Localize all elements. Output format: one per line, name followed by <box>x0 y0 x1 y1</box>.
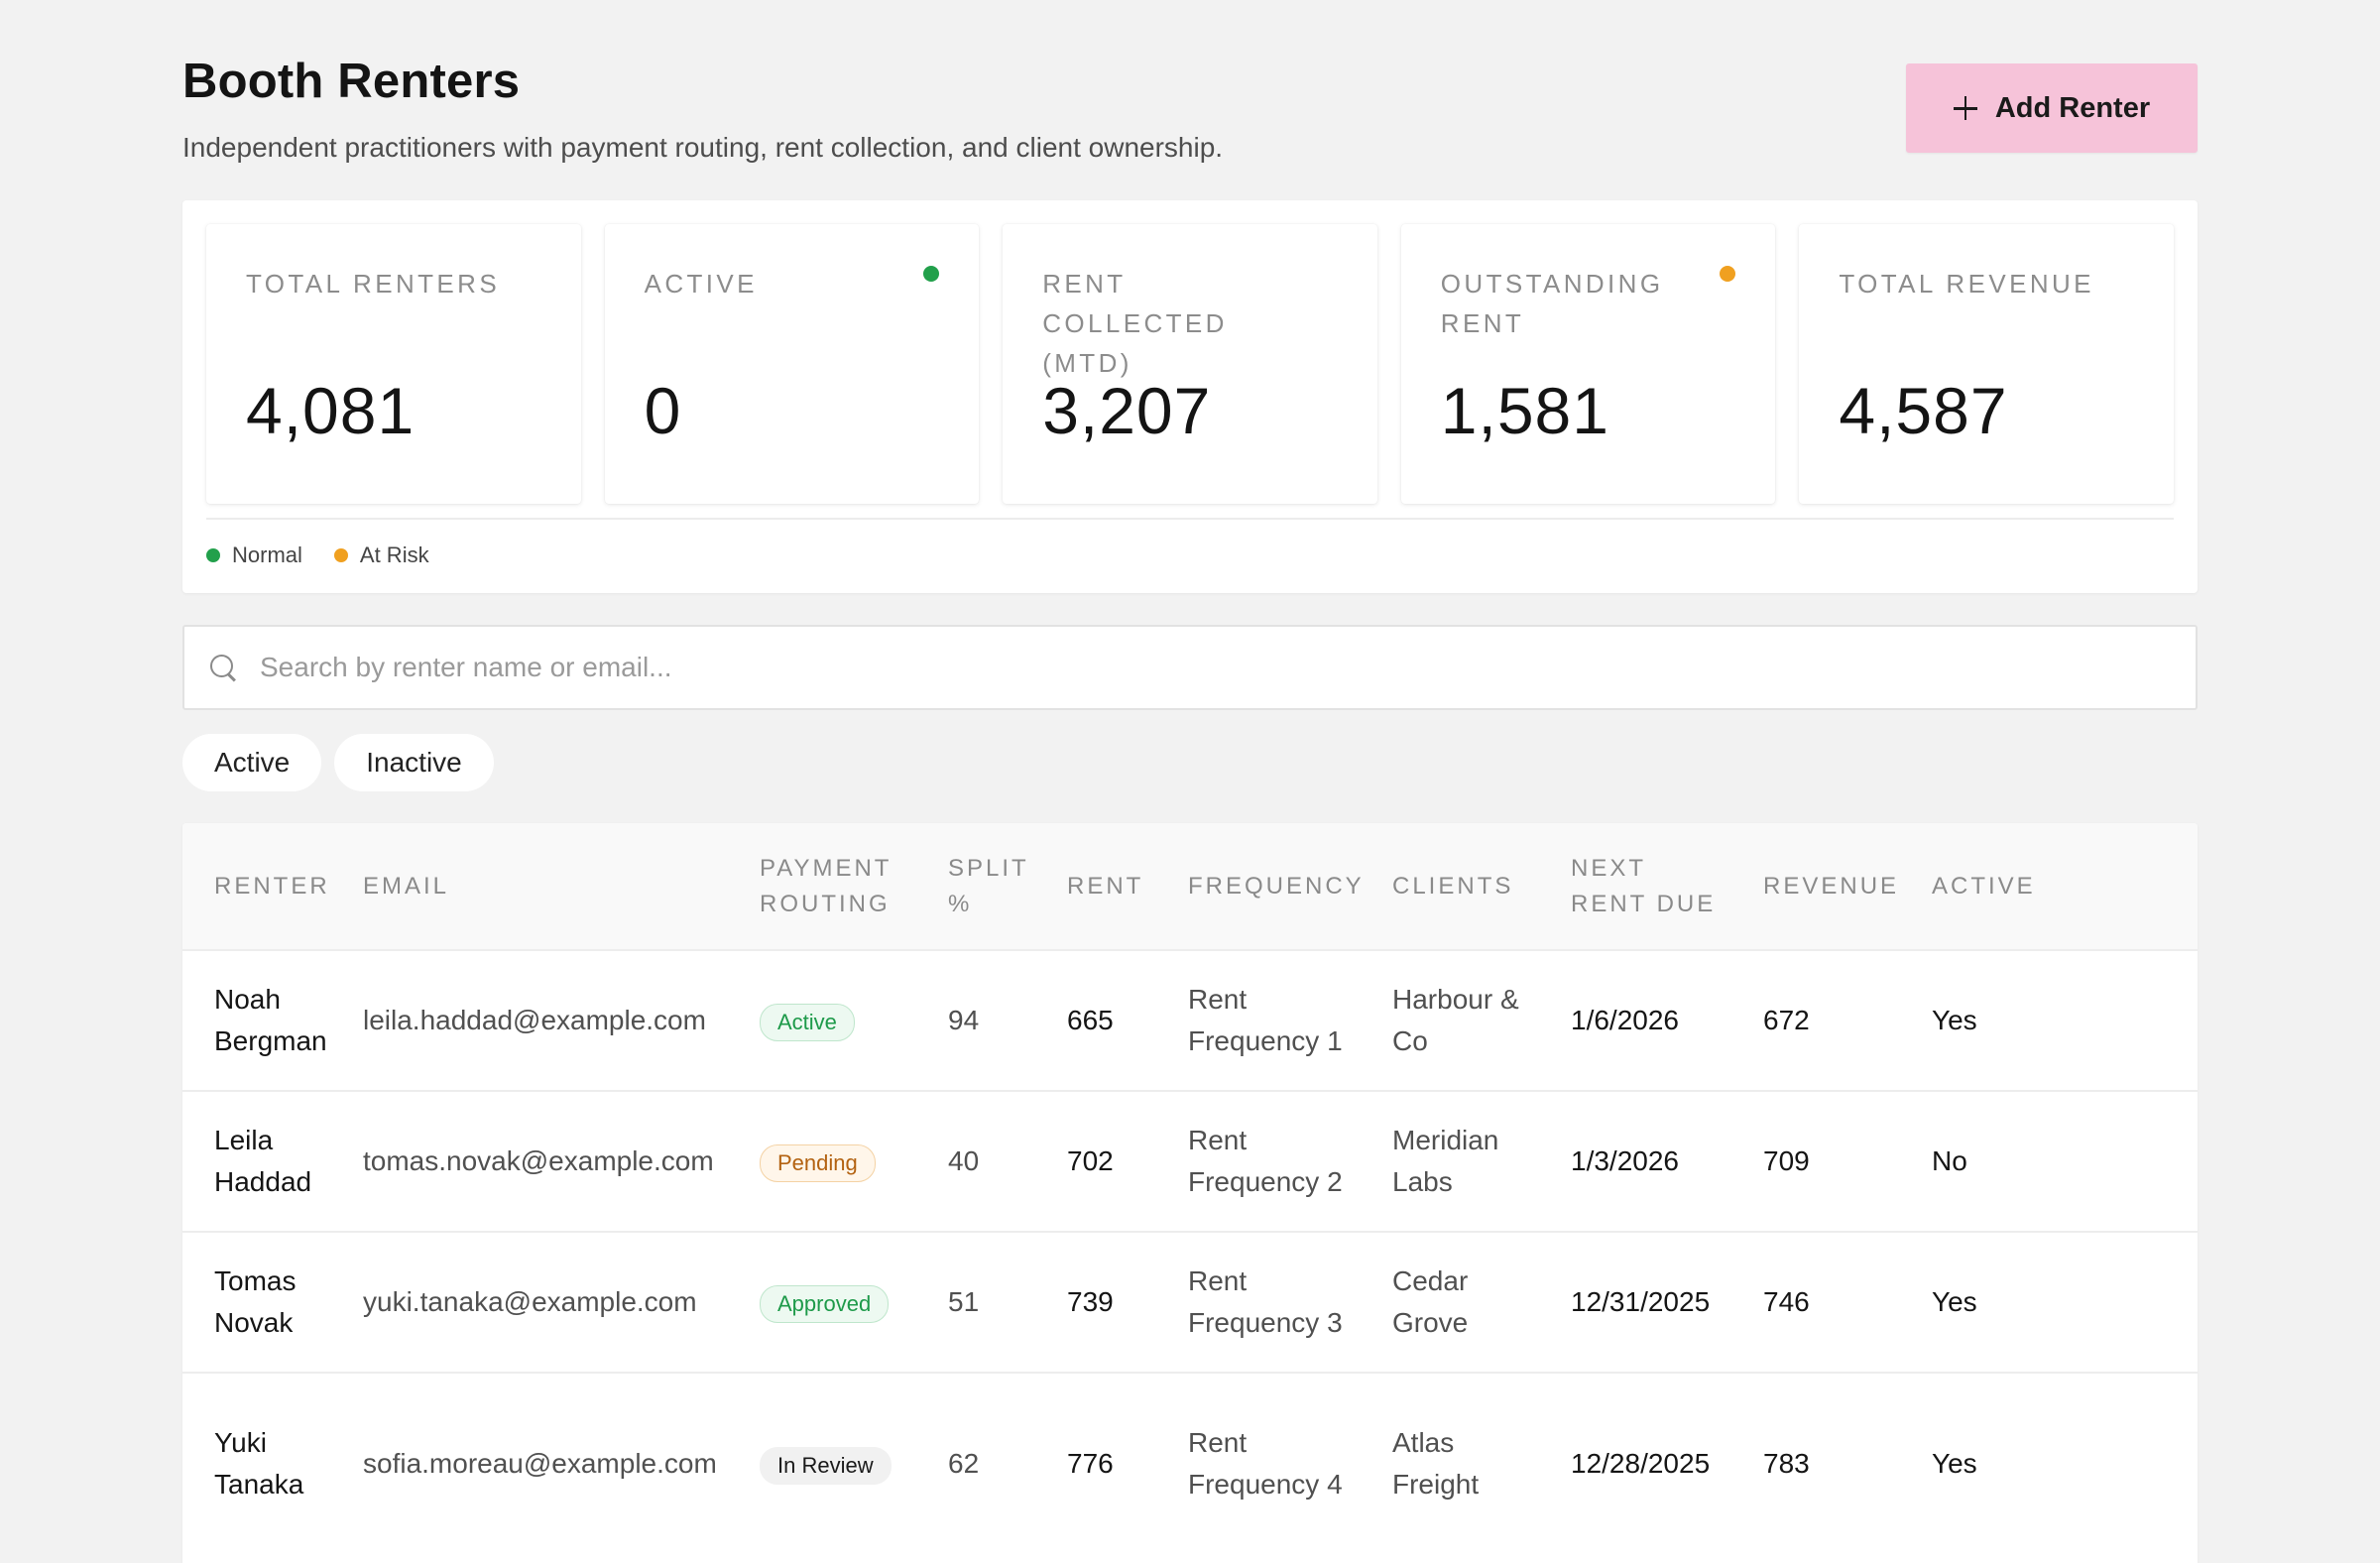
cell-rent-amount: 739 <box>1035 1231 1156 1373</box>
stat-label: RENT COLLECTED (MTD) <box>1042 269 1228 378</box>
filter-chip-active[interactable]: Active <box>182 734 322 791</box>
cell-renter-name: Tomas Novak <box>182 1231 331 1373</box>
cell-split-percent: 62 <box>916 1372 1035 1553</box>
filter-chips: Active Inactive <box>182 734 494 791</box>
cell-renter-name: Noah Bergman <box>182 949 331 1091</box>
payment-routing-badge: Active <box>760 1004 855 1041</box>
cell-renter-email: leila.haddad@example.com <box>331 949 728 1091</box>
payment-routing-badge: Pending <box>760 1144 876 1182</box>
table-row[interactable]: Tomas Novak yuki.tanaka@example.com Approv… <box>182 1231 2198 1373</box>
cell-clients: Cedar Grove <box>1361 1231 1539 1373</box>
payment-routing-badge: In Review <box>760 1446 892 1485</box>
stats-divider <box>206 518 2174 520</box>
renters-table: RENTER EMAIL PAYMENT ROUTING SPLIT % RENT FRE… <box>182 823 2198 1563</box>
cell-payment-routing: Approved <box>728 1231 916 1373</box>
cell-rent-amount: 776 <box>1035 1372 1156 1553</box>
cell-payment-routing: In Review <box>728 1372 916 1553</box>
table-row[interactable]: Yuki Tanaka sofia.moreau@example.com In Re… <box>182 1372 2198 1553</box>
status-dot-icon <box>1720 266 1736 282</box>
cell-renter-email: sofia.moreau@example.com <box>331 1372 728 1553</box>
cell-payment-routing: Active <box>728 949 916 1091</box>
legend-item-normal: Normal <box>206 538 302 573</box>
stat-card-total-revenue: TOTAL REVENUE 4,587 <box>1799 224 2174 504</box>
column-header-renter[interactable]: RENTER <box>182 823 331 950</box>
stat-label: TOTAL REVENUE <box>1839 269 2094 299</box>
page-header: Booth Renters Independent practitioners … <box>182 0 2198 200</box>
stat-value: 1,581 <box>1440 374 1609 447</box>
table-row[interactable]: Noah Bergman leila.haddad@example.com Acti… <box>182 949 2198 1091</box>
cell-active-flag: Yes <box>1900 949 2198 1091</box>
legend-dot-icon <box>333 548 348 562</box>
cell-payment-routing: Pending <box>728 1090 916 1232</box>
cell-next-rent-due: 1/3/2026 <box>1539 1090 1731 1232</box>
legend-label: At Risk <box>359 542 429 567</box>
column-header-frequency[interactable]: FREQUENCY <box>1156 823 1362 950</box>
column-header-email[interactable]: EMAIL <box>331 823 728 950</box>
column-header-next-rent-due[interactable]: NEXT RENT DUE <box>1539 823 1731 950</box>
legend-dot-icon <box>206 548 220 562</box>
cell-active-flag: No <box>1900 1090 2198 1232</box>
stat-value: 4,081 <box>246 374 416 447</box>
cell-split-percent: 94 <box>916 949 1035 1091</box>
search-icon <box>208 653 238 682</box>
cell-rent-amount: 702 <box>1035 1090 1156 1232</box>
column-header-rent[interactable]: RENT <box>1035 823 1156 950</box>
stats-panel: TOTAL RENTERS 4,081 ACTIVE 0 RENT COLLECTED … <box>182 200 2198 593</box>
cell-next-rent-due: 1/6/2026 <box>1539 949 1731 1091</box>
cell-clients: Atlas Freight <box>1361 1372 1539 1553</box>
cell-revenue: 783 <box>1731 1372 1900 1553</box>
stat-card-total-renters: TOTAL RENTERS 4,081 <box>206 224 581 504</box>
cell-split-percent: 51 <box>916 1231 1035 1373</box>
stat-card-rent-collected-mtd: RENT COLLECTED (MTD) 3,207 <box>1003 224 1377 504</box>
search-input[interactable] <box>260 638 2196 697</box>
column-header-clients[interactable]: CLIENTS <box>1361 823 1539 950</box>
filter-chip-inactive[interactable]: Inactive <box>334 734 494 791</box>
cell-next-rent-due: 12/31/2025 <box>1539 1231 1731 1373</box>
cell-revenue: 709 <box>1731 1090 1900 1232</box>
stat-label: OUTSTANDING RENT <box>1440 269 1664 338</box>
stat-cards: TOTAL RENTERS 4,081 ACTIVE 0 RENT COLLECTED … <box>206 224 2174 504</box>
cell-revenue: 746 <box>1731 1231 1900 1373</box>
payment-routing-badge: Approved <box>760 1285 890 1323</box>
status-legend: Normal At Risk <box>206 538 429 573</box>
table-row[interactable]: Leila Haddad tomas.novak@example.com Pendi… <box>182 1090 2198 1232</box>
legend-label: Normal <box>232 542 302 567</box>
column-header-split[interactable]: SPLIT % <box>916 823 1035 950</box>
stat-label: ACTIVE <box>644 269 758 299</box>
page-subtitle: Independent practitioners with payment r… <box>182 132 1224 163</box>
cell-rent-frequency: Rent Frequency 4 <box>1156 1372 1361 1553</box>
stat-value: 4,587 <box>1839 374 2008 447</box>
plus-icon <box>1953 96 1977 120</box>
cell-rent-frequency: Rent Frequency 1 <box>1156 949 1361 1091</box>
cell-rent-amount: 665 <box>1035 949 1156 1091</box>
stat-card-outstanding-rent: OUTSTANDING RENT 1,581 <box>1400 224 1776 504</box>
add-renter-button[interactable]: Add Renter <box>1906 63 2198 153</box>
add-renter-label: Add Renter <box>1994 91 2151 124</box>
cell-revenue: 672 <box>1731 949 1900 1091</box>
stat-label: TOTAL RENTERS <box>246 269 501 299</box>
cell-active-flag: Yes <box>1900 1372 2198 1553</box>
cell-active-flag: Yes <box>1900 1231 2198 1373</box>
search-bar[interactable] <box>182 625 2198 710</box>
cell-rent-frequency: Rent Frequency 2 <box>1156 1090 1361 1232</box>
stat-value: 0 <box>644 374 682 447</box>
column-header-active[interactable]: ACTIVE <box>1900 823 2198 950</box>
cell-renter-email: tomas.novak@example.com <box>331 1090 728 1232</box>
stat-card-active: ACTIVE 0 <box>604 224 980 504</box>
cell-next-rent-due: 12/28/2025 <box>1539 1372 1731 1553</box>
cell-renter-email: yuki.tanaka@example.com <box>331 1231 728 1373</box>
table-header-row: RENTER EMAIL PAYMENT ROUTING SPLIT % RENT FRE… <box>182 823 2198 950</box>
cell-clients: Harbour & Co <box>1361 949 1539 1091</box>
column-header-revenue[interactable]: REVENUE <box>1731 823 1900 950</box>
cell-rent-frequency: Rent Frequency 3 <box>1156 1231 1361 1373</box>
cell-split-percent: 40 <box>916 1090 1035 1232</box>
page-title: Booth Renters <box>182 55 521 108</box>
status-dot-icon <box>923 266 940 282</box>
cell-renter-name: Yuki Tanaka <box>182 1372 331 1553</box>
legend-item-at-risk: At Risk <box>333 538 429 573</box>
cell-clients: Meridian Labs <box>1361 1090 1539 1232</box>
column-header-payment-routing[interactable]: PAYMENT ROUTING <box>728 823 916 950</box>
cell-renter-name: Leila Haddad <box>182 1090 331 1232</box>
stat-value: 3,207 <box>1042 374 1212 447</box>
